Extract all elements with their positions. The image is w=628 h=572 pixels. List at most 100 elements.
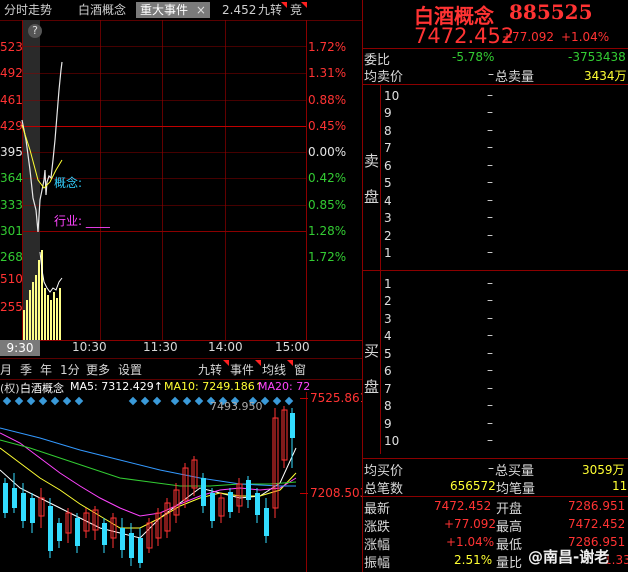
buy-side-label-2: 盘 xyxy=(364,378,380,396)
time-tick-highlight: 9:30 xyxy=(0,340,40,356)
buy-level[interactable]: 3 xyxy=(384,311,392,328)
tab-concept[interactable]: 白酒概念 xyxy=(78,2,126,18)
tool-ma[interactable]: 均线 xyxy=(262,361,286,378)
buy-side-label: 买 xyxy=(364,342,380,360)
amplitude-label: 振幅 xyxy=(364,556,391,571)
kline-chart[interactable]: (权) 白酒概念 MA5: 7312.429↑ MA10: 7249.186↑ … xyxy=(0,378,367,572)
amplitude-value: 2.51% xyxy=(454,553,493,567)
sell-level[interactable]: 6 xyxy=(384,158,392,175)
sell-side-label: 卖 xyxy=(364,152,380,170)
quote-price: 7472.452 xyxy=(414,24,515,48)
volume-ratio-label: 量比 xyxy=(496,556,523,571)
trades-value: 656572 xyxy=(450,479,496,493)
tab-nine-turn[interactable]: 九转 xyxy=(258,2,282,18)
buy-dash: – xyxy=(487,276,493,290)
buy-level[interactable]: 9 xyxy=(384,416,392,433)
avg-sell-label: 均卖价 xyxy=(364,70,404,85)
watermark-text: @南昌-谢老 xyxy=(528,548,610,566)
buy-dash: – xyxy=(487,293,493,307)
buy-dash: – xyxy=(487,328,493,342)
total-sell-value: 3434万 xyxy=(584,69,627,83)
buy-level[interactable]: 1 xyxy=(384,276,392,293)
open-label: 开盘 xyxy=(496,502,523,517)
buy-level[interactable]: 8 xyxy=(384,398,392,415)
buy-dash: – xyxy=(487,398,493,412)
avg-buy-label: 均买价 xyxy=(364,464,404,479)
time-tick: 14:00 xyxy=(208,340,243,354)
sell-level[interactable]: 10 xyxy=(384,88,399,105)
buy-dash: – xyxy=(487,311,493,325)
sell-level[interactable]: 8 xyxy=(384,123,392,140)
tab-major-events-label: 重大事件 xyxy=(140,3,189,17)
webi-pct: -5.78% xyxy=(452,50,495,64)
total-buy-value: 3059万 xyxy=(582,463,625,477)
tab-intraday[interactable]: 分时走势 xyxy=(4,2,52,18)
kline-toolbar: 月 季 年 1分 更多 设置 九转 事件 均线 窗 xyxy=(0,358,362,380)
watermark: @南昌-谢老 xyxy=(528,546,609,567)
intraday-chart[interactable]: ? 523 492 461 429 395 364 333 301 268 1.… xyxy=(0,20,362,360)
sell-dash: – xyxy=(487,228,493,242)
sell-level[interactable]: 5 xyxy=(384,175,392,192)
kline-candles xyxy=(0,406,297,568)
buy-level[interactable]: 6 xyxy=(384,363,392,380)
tool-window[interactable]: 窗 xyxy=(294,361,306,378)
corner-flag-icon xyxy=(255,360,261,366)
buy-level[interactable]: 7 xyxy=(384,381,392,398)
sell-dash: – xyxy=(487,123,493,137)
tool-1min[interactable]: 1分 xyxy=(60,361,80,378)
tool-more[interactable]: 更多 xyxy=(86,361,110,378)
sell-dash: – xyxy=(487,210,493,224)
latest-value: 7472.452 xyxy=(434,499,492,513)
tab-major-events[interactable]: 重大事件 × xyxy=(136,2,210,18)
sell-dash: – xyxy=(487,88,493,102)
total-sell-label: 总卖量 xyxy=(495,70,535,85)
sell-level[interactable]: 4 xyxy=(384,193,392,210)
pctchg-value: +1.04% xyxy=(446,535,495,549)
tool-month[interactable]: 月 xyxy=(0,361,12,378)
sell-dash: – xyxy=(487,193,493,207)
time-tick: 15:00 xyxy=(275,340,310,354)
close-icon[interactable]: × xyxy=(196,3,206,17)
change-label: 涨跌 xyxy=(364,520,391,535)
avg-trade-value: 11 xyxy=(612,479,628,493)
quote-code: 885525 xyxy=(509,0,593,24)
intraday-volume-bars xyxy=(23,250,63,340)
buy-dash: – xyxy=(487,363,493,377)
time-tick: 10:30 xyxy=(72,340,107,354)
latest-label: 最新 xyxy=(364,502,391,517)
sell-side-label-2: 盘 xyxy=(364,188,380,206)
low-label: 最低 xyxy=(496,538,523,553)
kline-right-mid: 7208.503 xyxy=(310,486,368,500)
avg-buy-value: – xyxy=(488,461,494,475)
buy-dash: – xyxy=(487,346,493,360)
sell-dash: – xyxy=(487,158,493,172)
open-value: 7286.951 xyxy=(568,499,626,513)
webi-diff: -3753438 xyxy=(568,50,626,64)
high-label: 最高 xyxy=(496,520,523,535)
high-value: 7472.452 xyxy=(568,517,626,531)
sell-dash: – xyxy=(487,140,493,154)
sell-level[interactable]: 7 xyxy=(384,140,392,157)
sell-dash: – xyxy=(487,175,493,189)
quote-pct: +1.04% xyxy=(561,30,610,44)
buy-level[interactable]: 5 xyxy=(384,346,392,363)
buy-level[interactable]: 2 xyxy=(384,293,392,310)
avg-trade-label: 均笔量 xyxy=(496,482,536,497)
tool-quarter[interactable]: 季 xyxy=(20,361,32,378)
tool-nine-turn[interactable]: 九转 xyxy=(198,361,222,378)
sell-level[interactable]: 9 xyxy=(384,105,392,122)
buy-level[interactable]: 4 xyxy=(384,328,392,345)
sell-dash: – xyxy=(487,105,493,119)
corner-flag-icon xyxy=(281,2,287,8)
buy-dash: – xyxy=(487,433,493,447)
sell-level[interactable]: 2 xyxy=(384,228,392,245)
sell-level[interactable]: 1 xyxy=(384,245,392,262)
total-buy-label: 总买量 xyxy=(495,464,535,479)
buy-level[interactable]: 10 xyxy=(384,433,399,450)
sell-level[interactable]: 3 xyxy=(384,210,392,227)
tool-events[interactable]: 事件 xyxy=(230,361,254,378)
tool-settings[interactable]: 设置 xyxy=(118,361,142,378)
corner-flag-icon xyxy=(287,360,293,366)
tool-year[interactable]: 年 xyxy=(40,361,52,378)
sell-dash: – xyxy=(487,245,493,259)
